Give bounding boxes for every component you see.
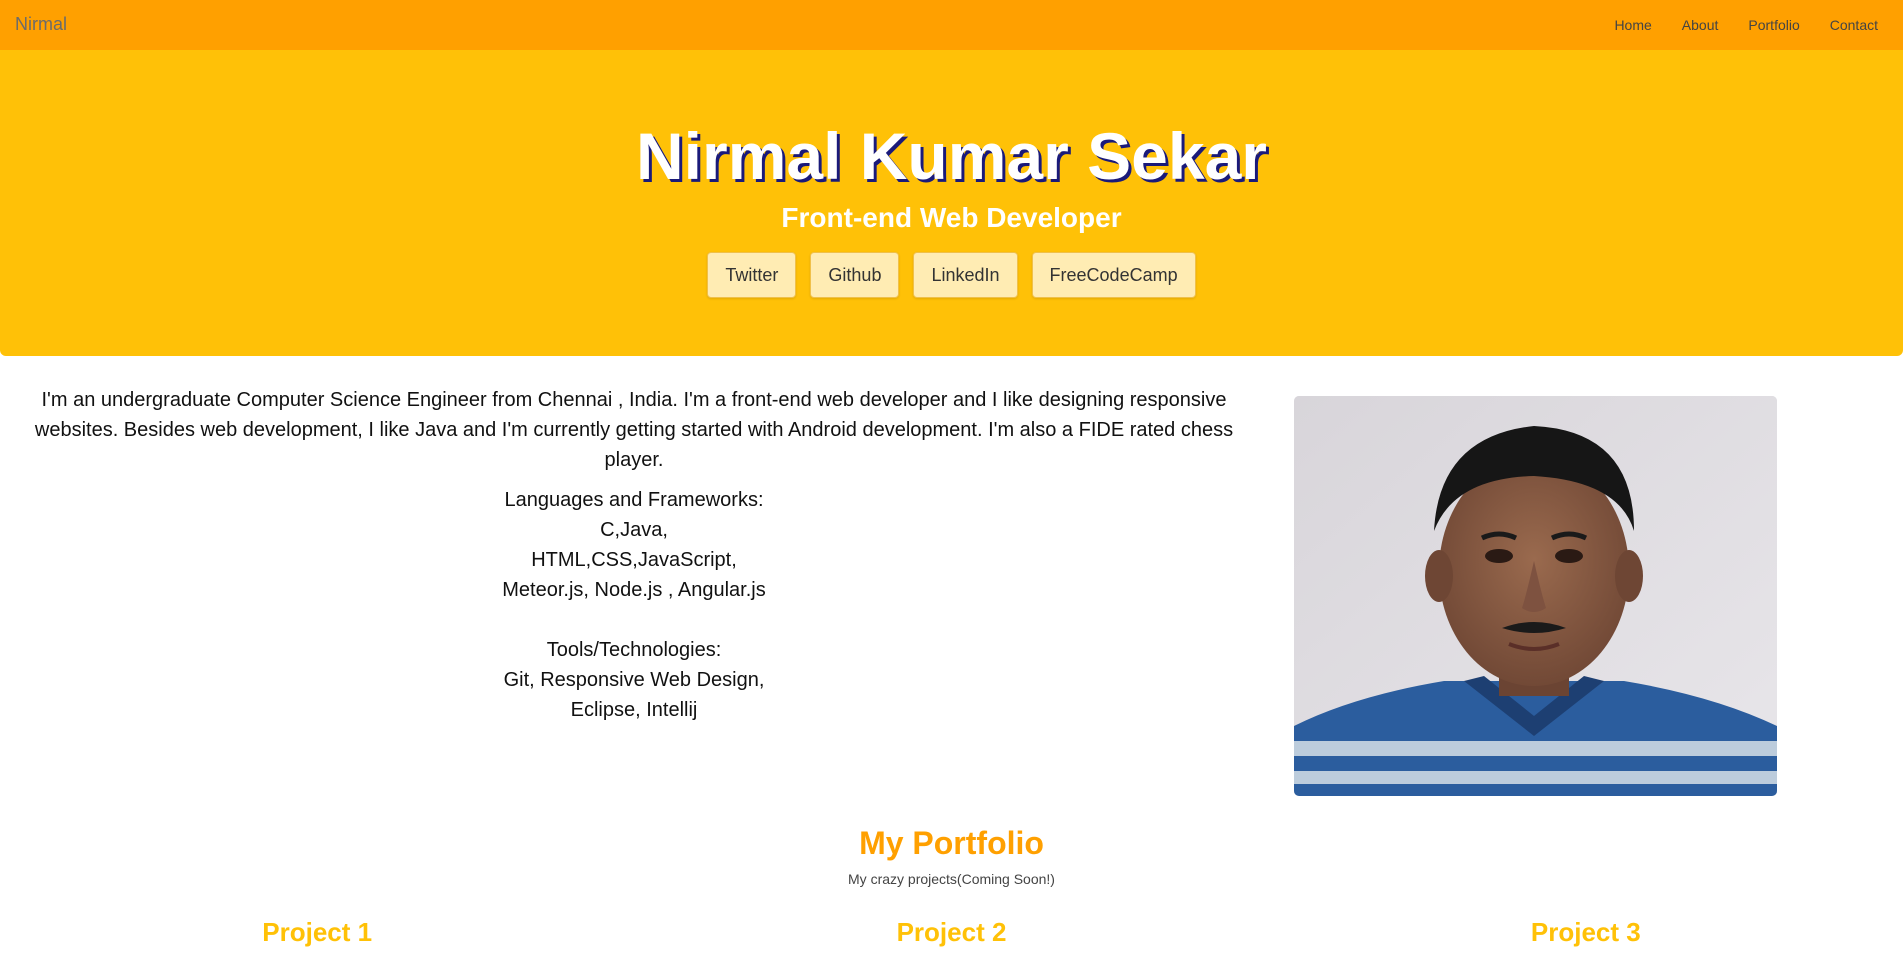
freecodecamp-button[interactable]: FreeCodeCamp [1031, 252, 1196, 298]
portfolio-title: My Portfolio [859, 825, 1044, 861]
nav-link-about[interactable]: About [1667, 0, 1734, 50]
nav-link-contact[interactable]: Contact [1815, 0, 1893, 50]
profile-photo [1294, 396, 1777, 796]
about-section: I'm an undergraduate Computer Science En… [15, 385, 1253, 725]
github-button[interactable]: Github [810, 252, 900, 298]
tools-line: Eclipse, Intellij [570, 699, 698, 721]
about-intro: I'm an undergraduate Computer Science En… [34, 389, 1234, 471]
tools-line: Git, Responsive Web Design, [503, 669, 765, 691]
languages-line: C,Java, [600, 519, 668, 541]
project-title: Project 1 [262, 917, 373, 947]
twitter-button[interactable]: Twitter [707, 252, 797, 298]
nav-link-home[interactable]: Home [1599, 0, 1666, 50]
nav-link-portfolio[interactable]: Portfolio [1733, 0, 1814, 50]
hero-banner: Nirmal Kumar Sekar Front-end Web Develop… [0, 50, 1903, 356]
languages-line: HTML,CSS,JavaScript, [531, 549, 737, 571]
hero-subtitle: Front-end Web Developer [781, 202, 1122, 233]
nav-links: Home About Portfolio Contact [1599, 0, 1893, 50]
projects-row: Project 1 Project 2 Project 3 [0, 915, 1903, 949]
portfolio-subtitle: My crazy projects(Coming Soon!) [848, 871, 1055, 887]
social-links: Twitter Github LinkedIn FreeCodeCamp [0, 252, 1903, 298]
skills-list: Languages and Frameworks: C,Java, HTML,C… [15, 485, 1253, 725]
navbar: Nirmal Home About Portfolio Contact [0, 0, 1903, 50]
project-title: Project 2 [896, 917, 1007, 947]
languages-heading: Languages and Frameworks: [504, 489, 764, 511]
linkedin-button[interactable]: LinkedIn [913, 252, 1018, 298]
project-title: Project 3 [1530, 917, 1641, 947]
tools-heading: Tools/Technologies: [546, 639, 722, 661]
hero-title: Nirmal Kumar Sekar [636, 119, 1267, 193]
languages-line: Meteor.js, Node.js , Angular.js [502, 579, 766, 601]
brand-link[interactable]: Nirmal [15, 14, 67, 35]
